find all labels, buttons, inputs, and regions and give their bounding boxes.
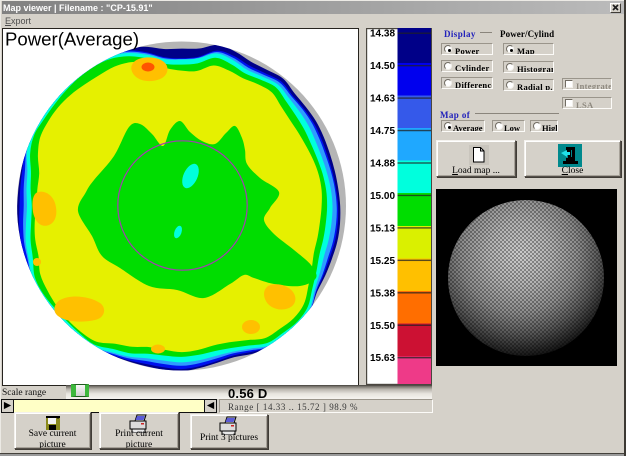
svg-text:15.50: 15.50 [370, 321, 395, 332]
svg-text:15.13: 15.13 [370, 223, 395, 234]
svg-text:Power(Average): Power(Average) [5, 29, 139, 50]
svg-text:14.50: 14.50 [370, 61, 395, 72]
svg-text:15.00: 15.00 [370, 191, 395, 202]
svg-text:15.25: 15.25 [370, 256, 395, 267]
svg-text:15.63: 15.63 [370, 353, 395, 364]
svg-text:14.63: 14.63 [370, 94, 395, 105]
svg-text:14.38: 14.38 [370, 29, 395, 40]
svg-text:15.38: 15.38 [370, 288, 395, 299]
svg-text:14.88: 14.88 [370, 159, 395, 170]
svg-text:14.75: 14.75 [370, 126, 395, 137]
